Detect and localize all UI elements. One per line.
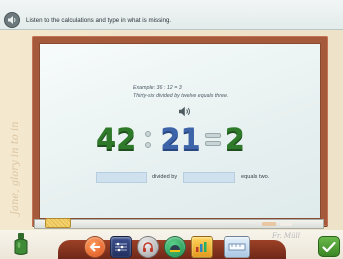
answer-row: divided by equals two. (96, 172, 286, 184)
ruler-icon[interactable] (224, 236, 250, 258)
equals-two-label: equals two. (241, 174, 270, 180)
example-box: Example: 36 : 12 = 3 Thirty-six divided … (133, 84, 243, 100)
chalk-icon (262, 222, 276, 226)
wall-writing: Jane, glory in to in (10, 121, 21, 215)
equation: 42 21 2 (96, 122, 245, 156)
second-number-input[interactable] (183, 172, 235, 183)
helmet-icon[interactable] (164, 236, 186, 258)
divisor: 21 (160, 122, 201, 156)
quotient: 2 (224, 122, 245, 156)
example-sentence: Thirty-six divided by twelve equals thre… (133, 93, 229, 99)
bottle-icon (12, 232, 30, 256)
headphones-icon[interactable] (137, 236, 159, 258)
equals-sign (201, 124, 225, 154)
arrow-icon[interactable] (84, 236, 106, 258)
chart-icon[interactable] (191, 236, 213, 258)
first-number-input[interactable] (96, 172, 147, 183)
example-equation: Example: 36 : 12 = 3 (133, 85, 182, 91)
signature: Fr. Müll (272, 232, 301, 240)
speaker-icon[interactable] (4, 12, 20, 28)
abacus-icon[interactable] (110, 236, 132, 258)
dividend: 42 (96, 122, 137, 156)
chalk-icon (280, 222, 292, 226)
instruction-text: Listen to the calculations and type in w… (26, 17, 172, 24)
check-icon[interactable] (318, 236, 340, 257)
division-sign (136, 124, 160, 154)
instruction-bar: Listen to the calculations and type in w… (0, 0, 343, 30)
sponge-icon (45, 218, 71, 228)
divided-by-label: divided by (152, 174, 178, 180)
speaker-icon[interactable] (178, 106, 191, 117)
